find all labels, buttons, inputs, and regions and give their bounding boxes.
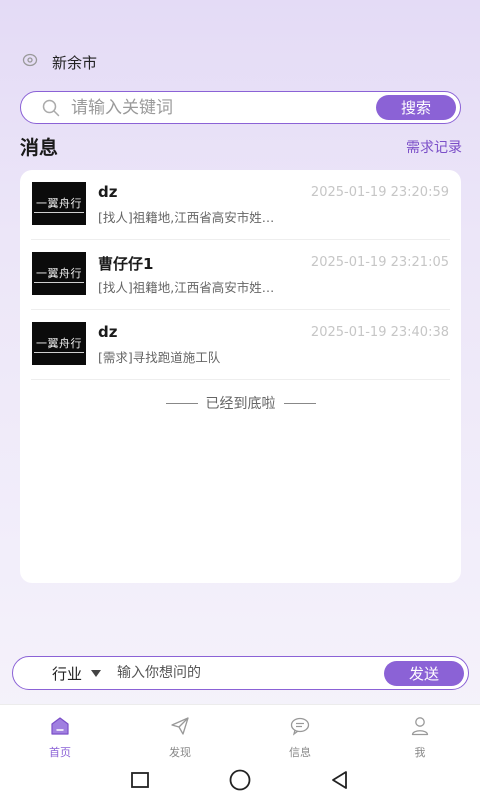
tab-home[interactable]: 首页	[0, 705, 120, 760]
question-input[interactable]	[117, 665, 384, 681]
tab-discover[interactable]: 发现	[120, 705, 240, 760]
avatar: 一翼舟行	[32, 252, 86, 295]
list-item[interactable]: 一翼舟行 曹仔仔1 2025-01-19 23:21:05 [找人]祖籍地,江西…	[31, 240, 450, 310]
home-button[interactable]	[190, 768, 290, 792]
page-title: 消息	[20, 137, 59, 159]
avatar-logo-text: 一翼舟行	[34, 265, 84, 283]
location-selector[interactable]: 新余市	[22, 50, 97, 74]
avatar: 一翼舟行	[32, 182, 86, 225]
divider	[283, 402, 316, 404]
ask-bar: 行业 发送	[12, 656, 469, 690]
avatar-logo-text: 一翼舟行	[34, 335, 84, 353]
divider	[165, 402, 198, 404]
avatar: 一翼舟行	[32, 322, 86, 365]
search-input[interactable]	[71, 93, 376, 122]
tab-messages[interactable]: 信息	[240, 705, 360, 760]
caret-down-icon[interactable]	[91, 669, 102, 677]
end-of-list-note: 已经到底啦	[20, 393, 461, 413]
tab-label: 信息	[289, 746, 311, 759]
demand-records-link[interactable]: 需求记录	[406, 137, 462, 157]
message-sender: dz	[98, 183, 118, 201]
search-icon	[41, 98, 61, 118]
tab-label: 发现	[169, 746, 191, 759]
messages-header: 消息 需求记录	[20, 133, 462, 160]
tab-label: 首页	[49, 746, 71, 759]
message-time: 2025-01-19 23:40:38	[310, 325, 449, 340]
tab-label: 我	[414, 746, 426, 759]
system-nav-bar	[0, 760, 480, 800]
home-icon	[49, 715, 71, 741]
recent-apps-button[interactable]	[90, 770, 190, 790]
message-sender: 曹仔仔1	[98, 255, 154, 273]
avatar-logo-text: 一翼舟行	[34, 195, 84, 213]
location-city: 新余市	[52, 53, 98, 72]
industry-select[interactable]: 行业	[52, 663, 82, 684]
back-button[interactable]	[290, 769, 390, 791]
location-pin-icon	[22, 52, 38, 72]
message-time: 2025-01-19 23:21:05	[310, 255, 449, 270]
end-of-list-text: 已经到底啦	[205, 396, 276, 412]
message-preview: [找人]祖籍地,江西省高安市姓…	[98, 280, 275, 295]
message-list: 一翼舟行 dz 2025-01-19 23:20:59 [找人]祖籍地,江西省高…	[20, 170, 461, 583]
chat-bubble-icon	[289, 715, 311, 741]
list-item[interactable]: 一翼舟行 dz 2025-01-19 23:40:38 [需求]寻找跑道施工队	[31, 310, 450, 380]
user-icon	[409, 715, 431, 741]
message-time: 2025-01-19 23:20:59	[310, 185, 449, 200]
tab-profile[interactable]: 我	[360, 705, 480, 760]
send-button[interactable]: 发送	[384, 660, 464, 686]
bottom-tab-bar: 首页 发现 信息 我	[0, 704, 480, 760]
message-preview: [找人]祖籍地,江西省高安市姓…	[98, 210, 275, 225]
paper-plane-icon	[169, 715, 191, 741]
message-preview: [需求]寻找跑道施工队	[98, 350, 221, 365]
message-sender: dz	[98, 323, 118, 341]
list-item[interactable]: 一翼舟行 dz 2025-01-19 23:20:59 [找人]祖籍地,江西省高…	[31, 170, 450, 240]
search-bar: 搜索	[20, 91, 461, 124]
search-button[interactable]: 搜索	[376, 95, 456, 120]
